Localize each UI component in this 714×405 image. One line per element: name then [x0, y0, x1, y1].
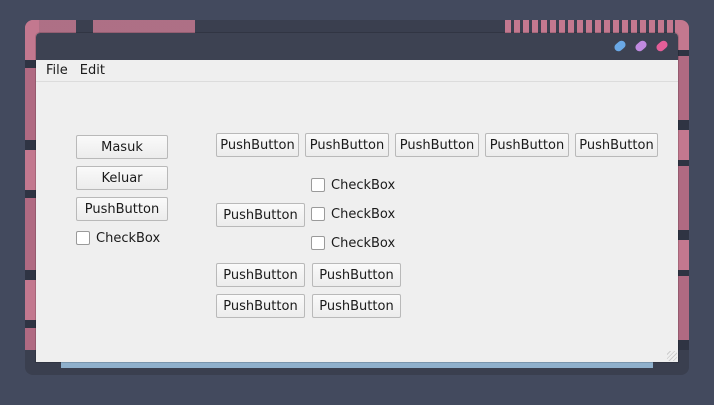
wallpaper-art-top-right	[505, 20, 675, 34]
checkbox-1[interactable]: CheckBox	[311, 176, 395, 194]
menu-bar: File Edit	[36, 60, 678, 82]
checkbox-square[interactable]	[311, 207, 325, 221]
menu-edit[interactable]: Edit	[74, 61, 111, 81]
checkbox-square[interactable]	[76, 231, 90, 245]
resize-grip[interactable]	[667, 351, 677, 361]
wallpaper-art-top-left	[25, 20, 195, 34]
checkbox-label: CheckBox	[331, 235, 396, 251]
checkbox-label: CheckBox	[96, 230, 161, 246]
checkbox-square[interactable]	[311, 178, 325, 192]
pushbutton-grid-4[interactable]: PushButton	[312, 294, 401, 318]
menu-file[interactable]: File	[40, 61, 74, 81]
checkbox-3[interactable]: CheckBox	[311, 234, 395, 252]
masuk-button[interactable]: Masuk	[76, 135, 168, 159]
pushbutton-row-5[interactable]: PushButton	[575, 133, 658, 157]
checkbox-label: CheckBox	[331, 177, 396, 193]
pushbutton-middle[interactable]: PushButton	[216, 203, 305, 227]
maximize-icon[interactable]	[633, 39, 649, 53]
checkbox-left[interactable]: CheckBox	[76, 229, 160, 247]
minimize-icon[interactable]	[612, 39, 628, 53]
pushbutton-row-2[interactable]: PushButton	[305, 133, 389, 157]
pushbutton-row-4[interactable]: PushButton	[485, 133, 569, 157]
checkbox-square[interactable]	[311, 236, 325, 250]
pushbutton-grid-3[interactable]: PushButton	[216, 294, 305, 318]
checkbox-2[interactable]: CheckBox	[311, 205, 395, 223]
title-bar[interactable]	[36, 33, 678, 60]
checkbox-label: CheckBox	[331, 206, 396, 222]
pushbutton-row-1[interactable]: PushButton	[216, 133, 299, 157]
close-icon[interactable]	[654, 39, 670, 53]
keluar-button[interactable]: Keluar	[76, 166, 168, 190]
app-window: File Edit Masuk Keluar PushButton CheckB…	[36, 33, 678, 362]
pushbutton-left[interactable]: PushButton	[76, 197, 168, 221]
wallpaper-bottom-bar	[61, 362, 653, 368]
pushbutton-row-3[interactable]: PushButton	[395, 133, 479, 157]
pushbutton-grid-2[interactable]: PushButton	[312, 263, 401, 287]
pushbutton-grid-1[interactable]: PushButton	[216, 263, 305, 287]
